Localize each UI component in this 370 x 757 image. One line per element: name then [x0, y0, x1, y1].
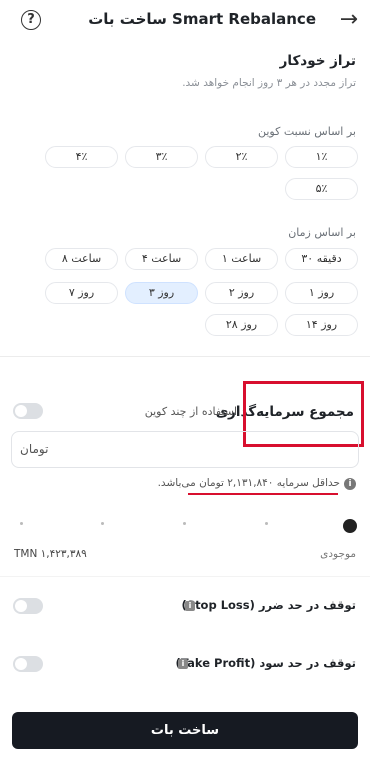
slider-handle[interactable] [343, 519, 357, 533]
header: → ساخت بات Smart Rebalance ? [0, 0, 370, 44]
coin-ratio-option[interactable]: ۵٪ [285, 178, 358, 200]
coin-ratio-option[interactable]: ۱٪ [285, 146, 358, 168]
slider-tick [101, 522, 104, 525]
coin-ratio-option[interactable]: ۴٪ [45, 146, 118, 168]
info-icon[interactable]: i [178, 659, 188, 669]
take-profit-toggle[interactable] [13, 656, 43, 672]
time-option[interactable]: ۱ ساعت [205, 248, 278, 270]
stop-loss-label: توقف در حد ضرر (Stop Loss) [182, 598, 356, 612]
highlight-underline [188, 493, 338, 495]
time-option[interactable]: ۱۴ روز [285, 314, 358, 336]
amount-slider[interactable] [20, 525, 352, 527]
info-icon: i [344, 478, 356, 490]
time-option[interactable]: ۴ ساعت [125, 248, 198, 270]
divider [0, 356, 370, 357]
multi-coin-label: استفاده از چند کوین [144, 405, 237, 418]
amount-input[interactable]: تومان [11, 431, 359, 468]
slider-tick [20, 522, 23, 525]
balance-label: موجودی [320, 548, 356, 560]
time-option[interactable]: ۸ ساعت [45, 248, 118, 270]
create-bot-button[interactable]: ساخت بات [12, 712, 358, 749]
page-title: ساخت بات Smart Rebalance [88, 10, 316, 28]
take-profit-label: توقف در حد سود (Take Profit) [176, 656, 356, 670]
auto-balance-description: تراز مجدد در هر ۳ روز انجام خواهد شد. [182, 77, 356, 89]
multi-coin-toggle[interactable] [13, 403, 43, 419]
time-option[interactable]: ۷ روز [45, 282, 118, 304]
arrow-right-icon[interactable]: → [340, 9, 358, 31]
time-option[interactable]: ۳۰ دقیقه [285, 248, 358, 270]
time-based-label: بر اساس زمان [288, 226, 356, 239]
time-option[interactable]: ۱ روز [285, 282, 358, 304]
balance-value: TMN ۱,۴۲۳,۳۸۹ [14, 548, 87, 560]
coin-ratio-label: بر اساس نسبت کوین [257, 125, 356, 138]
slider-tick [265, 522, 268, 525]
slider-tick [183, 522, 186, 525]
divider [0, 576, 370, 577]
coin-ratio-option[interactable]: ۳٪ [125, 146, 198, 168]
question-circle-icon[interactable]: ? [21, 10, 41, 30]
stop-loss-toggle[interactable] [13, 598, 43, 614]
time-option[interactable]: ۲ روز [205, 282, 278, 304]
time-option[interactable]: ۲۸ روز [205, 314, 278, 336]
min-investment-note: حداقل سرمایه ۲,۱۳۱,۸۴۰ تومان می‌باشد. [157, 477, 340, 489]
auto-balance-title: تراز خودکار [279, 53, 356, 69]
coin-ratio-option[interactable]: ۲٪ [205, 146, 278, 168]
amount-unit: تومان [20, 442, 49, 456]
time-option-selected[interactable]: ۳ روز [125, 282, 198, 304]
info-icon[interactable]: i [185, 601, 195, 611]
